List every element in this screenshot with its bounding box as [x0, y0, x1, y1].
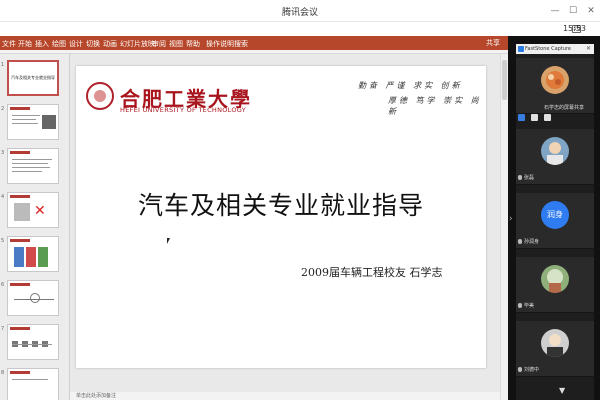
thumb-number: 4 [1, 194, 5, 200]
meeting-window: 腾讯会议 — ☐ ✕ 16 15:53 文件 开始 插入 绘图 设计 切换 动画… [0, 0, 600, 400]
clock: 15:53 [562, 24, 586, 33]
participant-name: 毕美 [518, 302, 534, 309]
participant-tile[interactable]: 石学志的屏幕共享 [516, 58, 594, 121]
tab-home[interactable]: 开始 [18, 39, 32, 49]
notes-bar[interactable]: 单击此处添加备注 [70, 392, 500, 400]
close-icon[interactable]: ✕ [586, 44, 591, 54]
motto-line-1: 勤奋 严谨 求实 创新 [358, 81, 463, 90]
participant-tile[interactable]: 润身 孙润身 [516, 193, 594, 249]
mic-icon[interactable] [518, 175, 522, 180]
university-seal-icon [86, 82, 114, 110]
slide-thumbnail-panel[interactable]: 1 汽车及相关专业就业指导 2 3 4 ✕ 5 6 7 8 [0, 54, 70, 400]
vertical-scrollbar[interactable] [500, 54, 508, 400]
tab-draw[interactable]: 绘图 [52, 39, 66, 49]
mic-icon[interactable] [518, 303, 522, 308]
avatar [541, 329, 569, 357]
tab-transitions[interactable]: 切换 [86, 39, 100, 49]
presenter-line: 2009届车辆工程校友 石学志 [301, 266, 443, 279]
thumb-number: 8 [1, 370, 5, 376]
slide-thumbnail[interactable] [7, 148, 59, 184]
current-slide[interactable]: 合肥工業大學 HEFEI UNIVERSITY OF TECHNOLOGY 勤奋… [76, 66, 486, 368]
scroll-down-icon[interactable]: ▼ [559, 386, 565, 395]
thumb-title: 汽车及相关专业就业指导 [11, 75, 55, 80]
tab-design[interactable]: 设计 [69, 39, 83, 49]
participant-tile[interactable]: 张磊 [516, 129, 594, 185]
tell-me-search[interactable]: 操作说明搜索 [206, 39, 248, 49]
scrollbar-thumb[interactable] [502, 60, 507, 100]
slide-thumbnail[interactable]: ✕ [7, 192, 59, 228]
participant-name: 石学志的屏幕共享 [544, 105, 585, 111]
capture-toolbar: FastStone Capture ✕ [516, 44, 594, 54]
ppt-ribbon: 文件 开始 插入 绘图 设计 切换 动画 幻灯片放映 审阅 视图 帮助 操作说明… [0, 36, 508, 50]
avatar [541, 265, 569, 293]
maximize-icon[interactable]: ☐ [566, 4, 580, 18]
tab-insert[interactable]: 插入 [35, 39, 49, 49]
slide-thumbnail[interactable]: 汽车及相关专业就业指导 [7, 60, 59, 96]
mouse-cursor-icon [167, 238, 170, 244]
thumb-number: 2 [1, 106, 5, 112]
minimize-icon[interactable]: — [548, 4, 562, 18]
slide-thumbnail[interactable] [7, 324, 59, 360]
tab-slideshow[interactable]: 幻灯片放映 [120, 39, 155, 49]
participant-name: 张磊 [518, 174, 534, 181]
thumb-number: 1 [1, 62, 5, 68]
participant-tile[interactable]: 刘德中 [516, 321, 594, 377]
mic-icon[interactable] [544, 114, 552, 121]
participant-panel: FastStone Capture ✕ 石学志的屏幕共享 张磊 润身 孙润身 毕… [516, 44, 594, 400]
share-icon[interactable] [518, 114, 525, 121]
mic-icon[interactable] [518, 239, 522, 244]
title-bar: 腾讯会议 — ☐ ✕ [0, 0, 600, 22]
thumb-number: 6 [1, 282, 5, 288]
slide-thumbnail[interactable] [7, 236, 59, 272]
participant-tile[interactable]: 毕美 [516, 257, 594, 313]
mic-icon[interactable] [518, 367, 522, 372]
participant-name: 孙润身 [518, 238, 539, 245]
share-button[interactable]: 共享 [486, 38, 500, 48]
slide-thumbnail[interactable] [7, 104, 59, 140]
collapse-panel-icon[interactable]: › [509, 214, 513, 224]
motto-line-2: 厚德 笃学 崇实 尚新 [388, 96, 482, 116]
avatar [541, 66, 569, 94]
window-title: 腾讯会议 [281, 8, 318, 18]
tab-review[interactable]: 审阅 [152, 39, 166, 49]
participant-name: 刘德中 [518, 366, 539, 373]
slide-thumbnail[interactable] [7, 368, 59, 400]
slide-thumbnail[interactable] [7, 280, 59, 316]
thumb-number: 7 [1, 326, 5, 332]
slide-title: 汽车及相关专业就业指导 [137, 191, 424, 220]
tab-view[interactable]: 视图 [169, 39, 183, 49]
university-name-en: HEFEI UNIVERSITY OF TECHNOLOGY [120, 106, 247, 114]
close-icon[interactable]: ✕ [584, 4, 598, 18]
tab-animations[interactable]: 动画 [103, 39, 117, 49]
tab-file[interactable]: 文件 [2, 39, 16, 49]
capture-title: FastStone Capture [525, 46, 571, 52]
thumb-number: 3 [1, 150, 5, 156]
faststone-icon [518, 46, 524, 52]
meeting-toolbar: 16 15:53 [0, 22, 600, 36]
tab-help[interactable]: 帮助 [186, 39, 200, 49]
avatar [541, 137, 569, 165]
avatar-initials: 润身 [541, 201, 569, 229]
screen-icon[interactable] [531, 114, 539, 121]
thumb-number: 5 [1, 238, 5, 244]
